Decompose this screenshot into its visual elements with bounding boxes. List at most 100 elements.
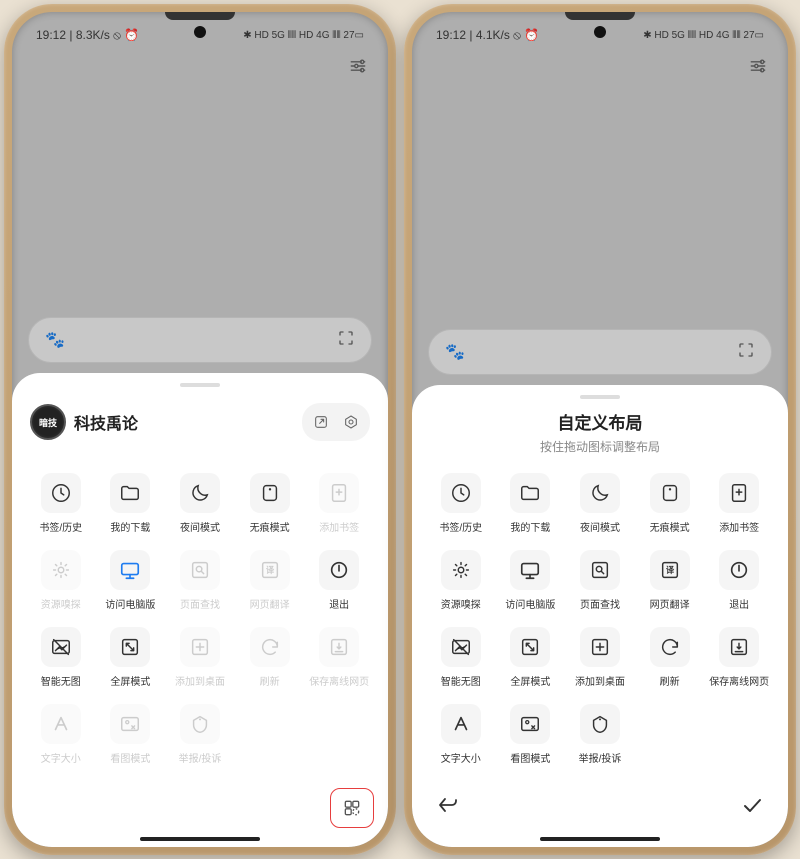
report-icon	[580, 704, 620, 744]
browser-body: 🐾	[12, 89, 388, 373]
menu-item-power[interactable]: 退出	[704, 544, 774, 617]
notch	[565, 12, 635, 20]
scan-icon[interactable]	[737, 341, 755, 363]
menu-item-save[interactable]: 保存离线网页	[704, 621, 774, 694]
menu-label: 页面查找	[580, 596, 620, 611]
searchbar[interactable]: 🐾	[28, 317, 372, 363]
menu-item-add-bookmark[interactable]: 添加书签	[704, 467, 774, 540]
menu-label: 文字大小	[41, 750, 81, 765]
share-icon[interactable]	[306, 407, 336, 437]
menu-item-desktop[interactable]: 访问电脑版	[96, 544, 166, 617]
menu-label: 退出	[729, 596, 749, 611]
menu-label: 访问电脑版	[105, 596, 155, 611]
menu-sheet: 自定义布局 按住拖动图标调整布局 书签/历史我的下载夜间模式无痕模式添加书签资源…	[412, 385, 788, 847]
menu-item-add-home: 添加到桌面	[165, 621, 235, 694]
home-indicator[interactable]	[540, 837, 660, 841]
moon-icon	[580, 473, 620, 513]
menu-label: 文字大小	[441, 750, 481, 765]
add-home-icon	[580, 627, 620, 667]
status-right: ✱ HD 5G ⫴⫴ HD 4G ⫴⫴ 27▭	[643, 30, 764, 41]
avatar[interactable]: 暗技	[30, 404, 66, 440]
menu-item-moon[interactable]: 夜间模式	[165, 467, 235, 540]
svg-text:译: 译	[665, 565, 674, 575]
menu-item-no-image[interactable]: 智能无图	[426, 621, 496, 694]
menu-item-desktop[interactable]: 访问电脑版	[496, 544, 566, 617]
menu-item-refresh: 刷新	[235, 621, 305, 694]
sniff-icon	[441, 550, 481, 590]
menu-item-moon[interactable]: 夜间模式	[565, 467, 635, 540]
menu-label: 页面查找	[180, 596, 220, 611]
menu-label: 看图模式	[110, 750, 150, 765]
power-icon	[319, 550, 359, 590]
history-icon	[441, 473, 481, 513]
menu-label: 保存离线网页	[709, 673, 769, 688]
menu-item-refresh[interactable]: 刷新	[635, 621, 705, 694]
report-icon	[180, 704, 220, 744]
menu-grid: 书签/历史我的下载夜间模式无痕模式添加书签资源嗅探访问电脑版页面查找译网页翻译退…	[26, 467, 374, 771]
camera-hole	[594, 26, 606, 38]
svg-text:译: 译	[265, 565, 274, 575]
sheet-handle[interactable]	[180, 383, 220, 387]
menu-item-power[interactable]: 退出	[304, 544, 374, 617]
menu-label: 夜间模式	[580, 519, 620, 534]
menu-item-incognito[interactable]: 无痕模式	[635, 467, 705, 540]
find-icon	[580, 550, 620, 590]
menu-label: 刷新	[660, 673, 680, 688]
menu-label: 书签/历史	[39, 519, 82, 534]
menu-label: 无痕模式	[650, 519, 690, 534]
sheet-footer	[26, 787, 374, 829]
menu-item-fullscreen[interactable]: 全屏模式	[496, 621, 566, 694]
history-icon	[41, 473, 81, 513]
fullscreen-icon	[110, 627, 150, 667]
phone-right: 19:12 | 4.1K/s ⦸ ⏰ ✱ HD 5G ⫴⫴ HD 4G ⫴⫴ 2…	[404, 4, 796, 855]
settings-icon[interactable]	[348, 56, 368, 81]
menu-item-font[interactable]: 文字大小	[426, 698, 496, 771]
menu-item-gallery[interactable]: 看图模式	[496, 698, 566, 771]
menu-item-folder[interactable]: 我的下载	[496, 467, 566, 540]
confirm-button[interactable]	[730, 793, 774, 823]
scan-icon[interactable]	[337, 329, 355, 351]
save-icon	[319, 627, 359, 667]
menu-item-translate: 译网页翻译	[235, 544, 305, 617]
status-right: ✱ HD 5G ⫴⫴ HD 4G ⫴⫴ 27▭	[243, 30, 364, 41]
screen-left: 19:12 | 8.3K/s ⦸ ⏰ ✱ HD 5G ⫴⫴ HD 4G ⫴⫴ 2…	[12, 12, 388, 847]
user-name[interactable]: 科技禹论	[74, 410, 294, 434]
menu-label: 我的下载	[110, 519, 150, 534]
status-left: 19:12 | 8.3K/s ⦸ ⏰	[36, 28, 139, 43]
menu-item-report[interactable]: 举报/投诉	[565, 698, 635, 771]
customize-layout-button[interactable]	[330, 788, 374, 828]
menu-label: 资源嗅探	[41, 596, 81, 611]
gear-icon[interactable]	[336, 407, 366, 437]
menu-item-translate[interactable]: 译网页翻译	[635, 544, 705, 617]
menu-item-history[interactable]: 书签/历史	[426, 467, 496, 540]
menu-item-folder[interactable]: 我的下载	[96, 467, 166, 540]
menu-item-history[interactable]: 书签/历史	[26, 467, 96, 540]
sheet-handle[interactable]	[580, 395, 620, 399]
no-image-icon	[441, 627, 481, 667]
menu-item-no-image[interactable]: 智能无图	[26, 621, 96, 694]
menu-item-sniff[interactable]: 资源嗅探	[426, 544, 496, 617]
translate-icon: 译	[250, 550, 290, 590]
menu-label: 看图模式	[510, 750, 550, 765]
home-indicator[interactable]	[140, 837, 260, 841]
browser-toolbar	[12, 48, 388, 89]
incognito-icon	[650, 473, 690, 513]
menu-sheet: 暗技 科技禹论 书签/历史我的下载夜间模式无痕模式添加书签资源嗅探访问电脑版页面…	[12, 373, 388, 847]
back-button[interactable]	[426, 793, 470, 823]
settings-icon[interactable]	[748, 56, 768, 81]
fullscreen-icon	[510, 627, 550, 667]
searchbar[interactable]: 🐾	[428, 329, 772, 375]
sheet-title-main: 自定义布局	[426, 409, 774, 434]
menu-item-fullscreen[interactable]: 全屏模式	[96, 621, 166, 694]
desktop-icon	[510, 550, 550, 590]
refresh-icon	[650, 627, 690, 667]
menu-item-find[interactable]: 页面查找	[565, 544, 635, 617]
menu-label: 访问电脑版	[505, 596, 555, 611]
menu-item-save: 保存离线网页	[304, 621, 374, 694]
gallery-icon	[510, 704, 550, 744]
menu-item-incognito[interactable]: 无痕模式	[235, 467, 305, 540]
menu-item-add-home[interactable]: 添加到桌面	[565, 621, 635, 694]
notch	[165, 12, 235, 20]
menu-label: 夜间模式	[180, 519, 220, 534]
menu-label: 我的下载	[510, 519, 550, 534]
